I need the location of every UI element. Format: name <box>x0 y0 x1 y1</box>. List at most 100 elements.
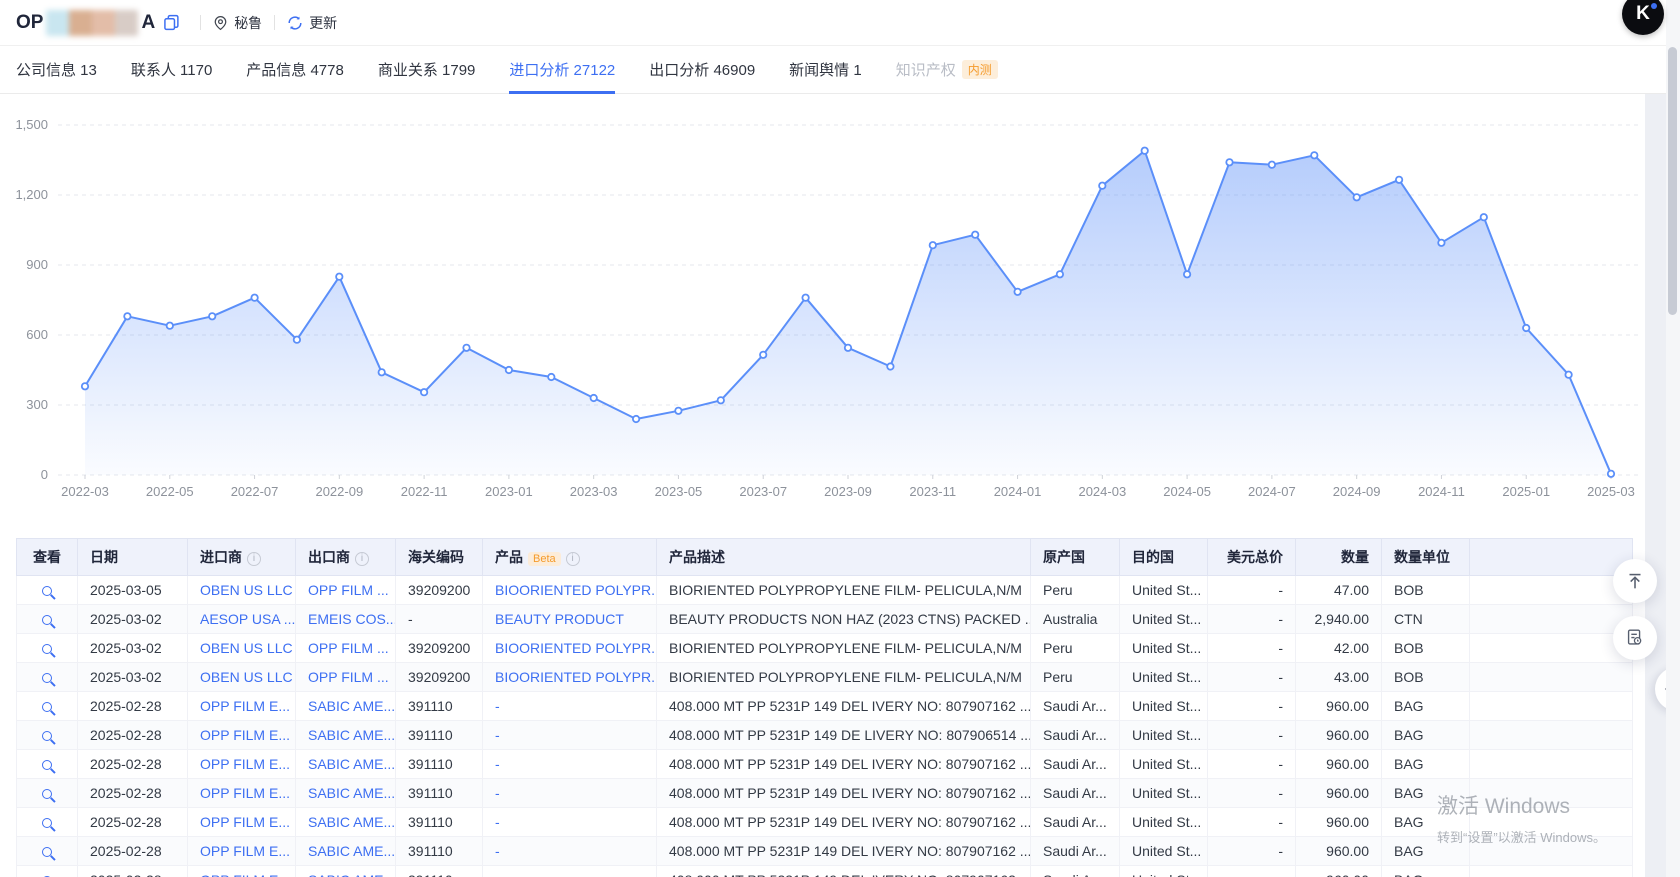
report-button[interactable] <box>1613 616 1657 660</box>
exporter-link[interactable]: OPP FILM ... <box>308 640 389 656</box>
copy-icon[interactable] <box>163 14 180 31</box>
product-link[interactable]: - <box>495 785 500 801</box>
refresh-button[interactable]: 更新 <box>287 13 337 33</box>
chart-data-point[interactable] <box>591 395 597 401</box>
product-link[interactable]: BEAUTY PRODUCT <box>495 611 624 627</box>
chart-data-point[interactable] <box>82 383 88 389</box>
product-link[interactable]: BIOORIENTED POLYPR... <box>495 669 657 685</box>
chart-data-point[interactable] <box>379 369 385 375</box>
view-detail-magnifier-icon[interactable] <box>42 818 52 828</box>
importer-link[interactable]: OPP FILM E... <box>200 843 290 859</box>
chart-data-point[interactable] <box>1099 183 1105 189</box>
importer-link[interactable]: AESOP USA ... <box>200 611 295 627</box>
view-detail-magnifier-icon[interactable] <box>42 847 52 857</box>
chart-data-point[interactable] <box>1269 162 1275 168</box>
chart-data-point[interactable] <box>463 345 469 351</box>
exporter-link[interactable]: SABIC AME... <box>308 814 395 830</box>
import-trend-chart[interactable]: 03006009001,2001,5002022-032022-052022-0… <box>0 94 1645 506</box>
importer-link[interactable]: OPP FILM E... <box>200 727 290 743</box>
chart-data-point[interactable] <box>1184 271 1190 277</box>
tab-6[interactable]: 出口分析 46909 <box>649 46 755 93</box>
importer-link[interactable]: OBEN US LLC <box>200 582 293 598</box>
importer-link[interactable]: OPP FILM E... <box>200 872 290 877</box>
chart-data-point[interactable] <box>421 389 427 395</box>
tab-2[interactable]: 联系人 1170 <box>131 46 212 93</box>
exporter-link[interactable]: SABIC AME... <box>308 756 395 772</box>
chart-data-point[interactable] <box>336 274 342 280</box>
chart-data-point[interactable] <box>167 323 173 329</box>
view-detail-magnifier-icon[interactable] <box>42 760 52 770</box>
tab-5[interactable]: 进口分析 27122 <box>509 46 615 93</box>
exporter-link[interactable]: OPP FILM ... <box>308 582 389 598</box>
exporter-link[interactable]: EMEIS COS... <box>308 611 396 627</box>
chart-data-point[interactable] <box>633 416 639 422</box>
chart-data-point[interactable] <box>845 345 851 351</box>
info-icon[interactable]: i <box>247 552 261 566</box>
product-link[interactable]: BIOORIENTED POLYPR... <box>495 582 657 598</box>
exporter-link[interactable]: SABIC AME... <box>308 698 395 714</box>
product-link[interactable]: - <box>495 727 500 743</box>
chart-data-point[interactable] <box>675 408 681 414</box>
product-link[interactable]: - <box>495 698 500 714</box>
importer-link[interactable]: OBEN US LLC <box>200 640 293 656</box>
view-detail-magnifier-icon[interactable] <box>42 644 52 654</box>
chart-data-point[interactable] <box>1014 289 1020 295</box>
info-icon[interactable]: i <box>355 552 369 566</box>
chart-data-point[interactable] <box>1565 372 1571 378</box>
chart-data-point[interactable] <box>548 374 554 380</box>
tab-7[interactable]: 新闻舆情 1 <box>789 46 862 93</box>
tab-4[interactable]: 商业关系 1799 <box>378 46 476 93</box>
exporter-link[interactable]: OPP FILM ... <box>308 669 389 685</box>
info-icon[interactable]: i <box>566 552 580 566</box>
chart-data-point[interactable] <box>760 352 766 358</box>
view-detail-magnifier-icon[interactable] <box>42 702 52 712</box>
chart-data-point[interactable] <box>1226 159 1232 165</box>
exporter-link[interactable]: SABIC AME... <box>308 785 395 801</box>
view-detail-magnifier-icon[interactable] <box>42 789 52 799</box>
chart-data-point[interactable] <box>802 295 808 301</box>
product-link[interactable]: - <box>495 814 500 830</box>
importer-link[interactable]: OPP FILM E... <box>200 814 290 830</box>
chart-data-point[interactable] <box>506 367 512 373</box>
importer-link[interactable]: OPP FILM E... <box>200 785 290 801</box>
exporter-link[interactable]: SABIC AME... <box>308 727 395 743</box>
view-detail-magnifier-icon[interactable] <box>42 586 52 596</box>
chart-data-point[interactable] <box>1523 325 1529 331</box>
chart-data-point[interactable] <box>1608 471 1614 477</box>
product-link[interactable]: BIOORIENTED POLYPR... <box>495 640 657 656</box>
tab-8[interactable]: 知识产权内测 <box>896 46 998 93</box>
chart-data-point[interactable] <box>124 313 130 319</box>
chart-data-point[interactable] <box>718 397 724 403</box>
chart-data-point[interactable] <box>1396 177 1402 183</box>
exporter-link[interactable]: SABIC AME... <box>308 843 395 859</box>
importer-link[interactable]: OPP FILM E... <box>200 698 290 714</box>
tab-3[interactable]: 产品信息 4778 <box>246 46 344 93</box>
chart-data-point[interactable] <box>887 363 893 369</box>
chart-data-point[interactable] <box>251 295 257 301</box>
chart-data-point[interactable] <box>1142 148 1148 154</box>
chart-data-point[interactable] <box>209 313 215 319</box>
chart-data-point[interactable] <box>294 337 300 343</box>
scrollbar-thumb[interactable] <box>1668 47 1677 315</box>
cell-origin: Saudi Ar... <box>1031 721 1120 750</box>
chart-data-point[interactable] <box>1311 152 1317 158</box>
chart-data-point[interactable] <box>930 242 936 248</box>
chart-data-point[interactable] <box>1481 214 1487 220</box>
chart-data-point[interactable] <box>972 232 978 238</box>
exporter-link[interactable]: SABIC AME... <box>308 872 395 877</box>
importer-link[interactable]: OBEN US LLC <box>200 669 293 685</box>
product-link[interactable]: - <box>495 756 500 772</box>
tab-1[interactable]: 公司信息 13 <box>16 46 97 93</box>
view-detail-magnifier-icon[interactable] <box>42 673 52 683</box>
product-link[interactable]: - <box>495 872 500 877</box>
view-detail-magnifier-icon[interactable] <box>42 731 52 741</box>
importer-link[interactable]: OPP FILM E... <box>200 756 290 772</box>
back-to-top-button[interactable] <box>1613 559 1657 603</box>
view-detail-magnifier-icon[interactable] <box>42 615 52 625</box>
page-scrollbar[interactable] <box>1666 0 1680 877</box>
chart-data-point[interactable] <box>1057 271 1063 277</box>
chart-data-point[interactable] <box>1354 194 1360 200</box>
location-button[interactable]: 秘鲁 <box>213 13 262 33</box>
product-link[interactable]: - <box>495 843 500 859</box>
chart-data-point[interactable] <box>1438 240 1444 246</box>
